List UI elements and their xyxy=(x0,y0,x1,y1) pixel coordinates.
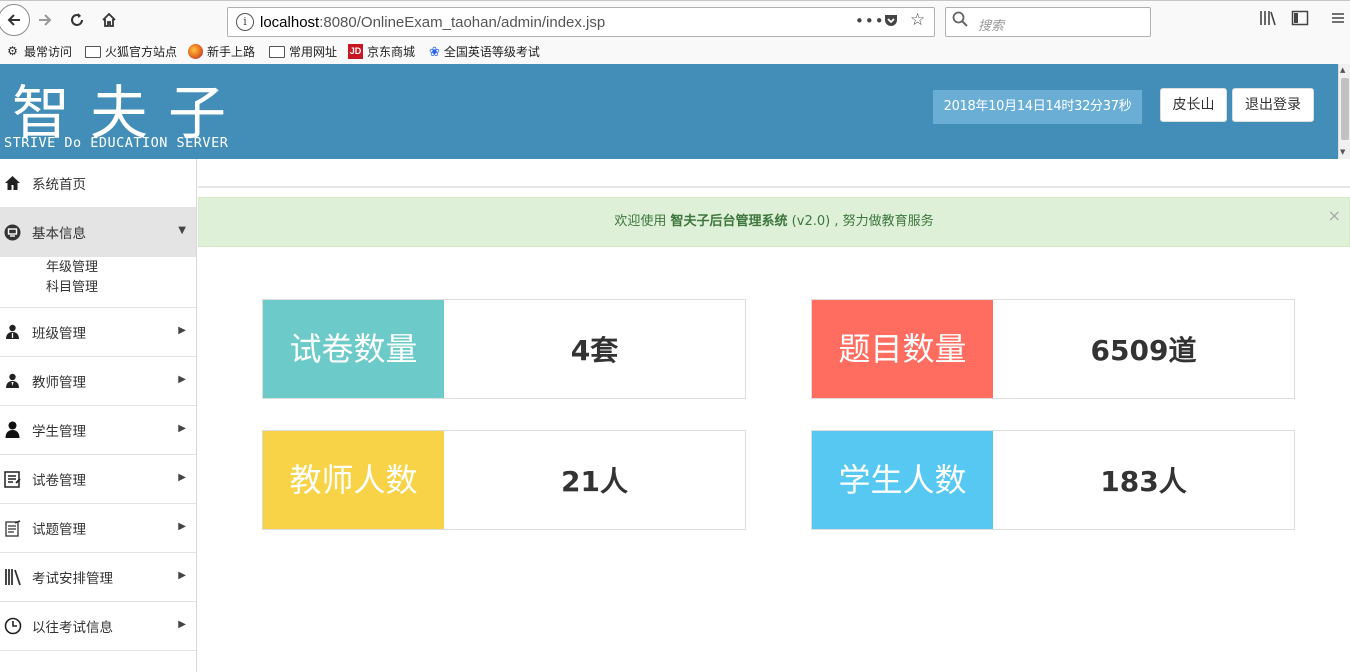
divider xyxy=(198,186,1350,188)
info-icon[interactable]: i xyxy=(236,13,254,31)
paper-icon xyxy=(0,470,32,488)
stat-card-teachers: 教师人数 21人 xyxy=(262,430,746,530)
stat-label: 试卷数量 xyxy=(263,300,444,398)
stat-label: 教师人数 xyxy=(263,431,444,529)
home-icon xyxy=(0,175,32,191)
bookmark-star-icon[interactable]: ☆ xyxy=(910,10,925,30)
stat-value: 21人 xyxy=(561,465,628,498)
url-bar[interactable]: i localhost:8080/OnlineExam_taohan/admin… xyxy=(227,7,935,37)
menu-icon[interactable] xyxy=(1331,10,1345,30)
url-text: localhost:8080/OnlineExam_taohan/admin/i… xyxy=(260,14,606,31)
scrollbar[interactable]: ▲ ▼ xyxy=(1338,64,1350,159)
caret-right-icon: ▶ xyxy=(178,374,186,385)
bookmark-jd[interactable]: JD 京东商城 xyxy=(348,43,415,60)
logo-subtitle: STRIVE Do EDUCATION SERVER xyxy=(4,135,229,151)
pocket-icon[interactable] xyxy=(883,12,899,32)
stat-value: 4套 xyxy=(570,334,619,367)
forward-button[interactable] xyxy=(30,5,60,35)
caret-down-icon: ▼ xyxy=(178,225,186,236)
stat-value: 6509道 xyxy=(1090,334,1197,367)
logout-button[interactable]: 退出登录 xyxy=(1232,88,1314,122)
sidebar-item-basic-info[interactable]: 基本信息 ▼ xyxy=(0,208,196,257)
bookmark-english-test[interactable]: ❀ 全国英语等级考试 xyxy=(429,43,540,60)
sidebar-item-teacher[interactable]: 教师管理 ▶ xyxy=(0,357,196,406)
folder-icon xyxy=(85,45,101,58)
caret-right-icon: ▶ xyxy=(178,570,186,581)
submenu-item-subject[interactable]: 科目管理 xyxy=(46,278,196,298)
back-button[interactable] xyxy=(0,4,30,36)
caret-right-icon: ▶ xyxy=(178,325,186,336)
desktop-icon xyxy=(0,224,32,241)
sidebar-item-question[interactable]: 试题管理 ▶ xyxy=(0,504,196,553)
caret-right-icon: ▶ xyxy=(178,521,186,532)
scroll-down-icon[interactable]: ▼ xyxy=(1340,148,1345,156)
sidebar-item-student[interactable]: 学生管理 ▶ xyxy=(0,406,196,455)
paw-icon: ❀ xyxy=(429,43,440,59)
user-icon xyxy=(0,421,32,439)
search-bar[interactable]: 搜索 xyxy=(945,7,1151,37)
stat-label: 学生人数 xyxy=(812,431,993,529)
stat-value: 183人 xyxy=(1100,465,1187,498)
sidebar: 系统首页 基本信息 ▼ 年级管理 科目管理 班级管理 ▶ 教师管理 ▶ 学生管理… xyxy=(0,159,197,672)
stat-card-students: 学生人数 183人 xyxy=(811,430,1295,530)
reload-icon xyxy=(71,13,83,26)
clock-icon xyxy=(0,617,32,635)
home-icon xyxy=(102,12,116,27)
arrow-left-icon xyxy=(7,14,20,26)
caret-right-icon: ▶ xyxy=(178,423,186,434)
welcome-alert: 欢迎使用 智夫子后台管理系统 (v2.0) , 努力做教育服务 × xyxy=(198,197,1350,247)
firefox-icon xyxy=(188,44,203,59)
stat-card-questions: 题目数量 6509道 xyxy=(811,299,1295,399)
users-icon xyxy=(0,324,32,340)
search-icon xyxy=(952,11,968,32)
search-placeholder: 搜索 xyxy=(978,19,1005,34)
bookmark-common-sites[interactable]: 常用网址 xyxy=(269,43,337,60)
scrollbar-thumb[interactable] xyxy=(1341,78,1349,140)
submenu-basic-info: 年级管理 科目管理 xyxy=(0,257,196,308)
books-icon xyxy=(0,568,32,586)
browser-toolbar: i localhost:8080/OnlineExam_taohan/admin… xyxy=(0,0,1350,40)
bookmark-getting-started[interactable]: 新手上路 xyxy=(188,43,255,60)
sidebar-item-paper[interactable]: 试卷管理 ▶ xyxy=(0,455,196,504)
caret-right-icon: ▶ xyxy=(178,619,186,630)
arrow-right-icon xyxy=(39,14,52,26)
sidebar-toggle-icon[interactable] xyxy=(1291,10,1309,30)
scroll-up-icon[interactable]: ▲ xyxy=(1340,66,1345,74)
reload-button[interactable] xyxy=(62,5,92,35)
sidebar-item-class[interactable]: 班级管理 ▶ xyxy=(0,308,196,357)
folder-icon xyxy=(269,45,285,58)
bookmarks-bar: ⚙ 最常访问 火狐官方站点 新手上路 常用网址 JD 京东商城 ❀ 全国英语等级考试 xyxy=(0,40,1350,64)
app-name: 智夫子后台管理系统 xyxy=(670,214,788,229)
submenu-item-grade[interactable]: 年级管理 xyxy=(46,258,196,278)
home-button[interactable] xyxy=(94,5,124,35)
stat-card-papers: 试卷数量 4套 xyxy=(262,299,746,399)
caret-right-icon: ▶ xyxy=(178,472,186,483)
question-icon xyxy=(0,519,32,537)
datetime-display: 2018年10月14日14时32分37秒 xyxy=(933,90,1142,124)
stat-label: 题目数量 xyxy=(812,300,993,398)
teacher-icon xyxy=(0,373,32,389)
jd-icon: JD xyxy=(348,44,363,59)
main-content: 欢迎使用 智夫子后台管理系统 (v2.0) , 努力做教育服务 × 试卷数量 4… xyxy=(198,159,1350,672)
sidebar-item-home[interactable]: 系统首页 xyxy=(0,159,196,208)
library-icon[interactable] xyxy=(1259,10,1277,30)
close-icon[interactable]: × xyxy=(1328,198,1341,234)
app-header: 智夫子 STRIVE Do EDUCATION SERVER 2018年10月1… xyxy=(0,64,1338,159)
page-actions-icon[interactable]: ••• xyxy=(855,12,885,30)
bookmark-firefox-site[interactable]: 火狐官方站点 xyxy=(85,43,177,60)
user-button[interactable]: 皮长山 xyxy=(1160,88,1227,122)
sidebar-item-exam-schedule[interactable]: 考试安排管理 ▶ xyxy=(0,553,196,602)
sidebar-item-past-exams[interactable]: 以往考试信息 ▶ xyxy=(0,602,196,651)
bookmark-most-visited[interactable]: ⚙ 最常访问 xyxy=(5,43,72,60)
gear-icon: ⚙ xyxy=(7,44,18,58)
